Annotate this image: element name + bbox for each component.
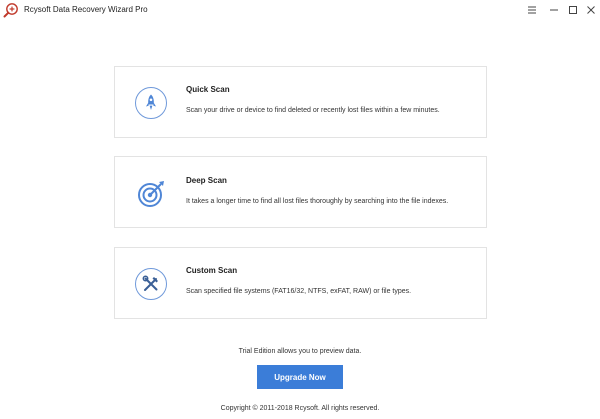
deep-scan-card[interactable]: Deep Scan It takes a longer time to find… [114,156,487,228]
close-button[interactable] [582,1,600,19]
menu-button[interactable] [523,1,541,19]
deep-scan-title: Deep Scan [186,176,227,185]
title-bar: Rcysoft Data Recovery Wizard Pro [0,0,600,20]
minimize-icon [550,9,558,11]
tools-icon [135,268,167,300]
copyright-text: Copyright © 2011-2018 Rcysoft. All right… [220,405,380,412]
maximize-button[interactable] [564,1,582,19]
magnifier-plus-icon [3,2,19,18]
quick-scan-card[interactable]: Quick Scan Scan your drive or device to … [114,66,487,138]
quick-scan-title: Quick Scan [186,85,230,94]
custom-scan-description: Scan specified file systems (FAT16/32, N… [186,288,412,295]
maximize-icon [569,6,577,14]
menu-icon [528,6,536,14]
upgrade-now-button[interactable]: Upgrade Now [257,365,343,389]
close-icon [587,6,595,14]
custom-scan-title: Custom Scan [186,266,238,275]
window-title: Rcysoft Data Recovery Wizard Pro [24,5,148,14]
trial-note: Trial Edition allows you to preview data… [238,348,362,355]
minimize-button[interactable] [545,1,563,19]
deep-scan-description: It takes a longer time to find all lost … [186,198,449,205]
rocket-icon [135,87,167,119]
quick-scan-description: Scan your drive or device to find delete… [186,107,440,114]
target-icon [135,178,167,210]
custom-scan-card[interactable]: Custom Scan Scan specified file systems … [114,247,487,319]
